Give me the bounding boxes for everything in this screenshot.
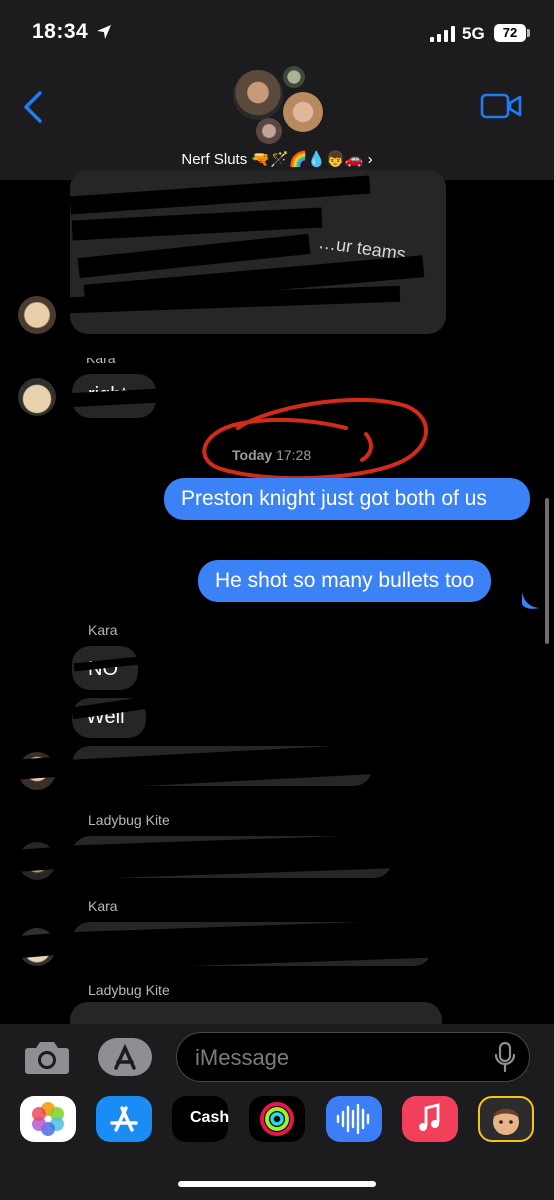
app-store-glyph-icon bbox=[114, 1043, 136, 1070]
redaction-scribble bbox=[13, 846, 73, 872]
sender-name: Ladybug Kite bbox=[88, 812, 170, 828]
redaction-scribble bbox=[9, 755, 71, 781]
photos-icon[interactable] bbox=[20, 1096, 76, 1142]
message-input-placeholder: iMessage bbox=[195, 1045, 290, 1070]
sender-name: Kara bbox=[86, 350, 116, 366]
group-avatar-main[interactable] bbox=[233, 70, 283, 120]
message-timestamp: Today 17:28 bbox=[232, 447, 311, 463]
photos-flower-glyph bbox=[32, 1102, 64, 1136]
waveform-glyph bbox=[336, 1103, 370, 1135]
outgoing-message-bubble[interactable]: He shot so many bullets too bbox=[198, 560, 492, 602]
group-name[interactable]: Nerf Sluts 🔫🪄🌈💧👦🚗 › bbox=[0, 150, 554, 168]
app-store-icon[interactable] bbox=[96, 1096, 152, 1142]
network-type: 5G bbox=[462, 24, 485, 43]
annotation-circle bbox=[202, 397, 429, 481]
activity-rings-glyph bbox=[260, 1102, 294, 1136]
music-icon[interactable] bbox=[402, 1096, 458, 1142]
battery-tip bbox=[527, 29, 530, 37]
back-chevron-icon[interactable] bbox=[20, 90, 46, 124]
group-avatar-right bbox=[283, 92, 323, 132]
sender-avatar[interactable] bbox=[18, 378, 56, 416]
memoji-face-glyph bbox=[493, 1109, 519, 1135]
sender-name: Kara bbox=[88, 898, 118, 914]
music-note-glyph bbox=[419, 1103, 440, 1131]
microphone-icon[interactable] bbox=[494, 1041, 516, 1073]
app-drawer-toggle[interactable] bbox=[98, 1038, 152, 1076]
group-avatar-small bbox=[283, 66, 305, 88]
status-time: 18:34 bbox=[32, 20, 89, 43]
sender-name: Kara bbox=[88, 622, 118, 638]
memoji-icon[interactable] bbox=[478, 1096, 534, 1142]
app-store-a-glyph bbox=[110, 1106, 138, 1132]
outgoing-message-bubble[interactable]: Preston knight just got both of us bbox=[164, 478, 530, 520]
location-arrow-icon bbox=[97, 25, 111, 39]
battery-indicator: 72 bbox=[494, 24, 526, 42]
sender-name: Ladybug Kite bbox=[88, 982, 170, 998]
timestamp-day: Today bbox=[232, 447, 273, 463]
scroll-indicator[interactable] bbox=[545, 498, 549, 644]
camera-icon[interactable] bbox=[24, 1038, 70, 1076]
apple-cash-icon[interactable]: Cash bbox=[172, 1096, 230, 1142]
cellular-signal-icon bbox=[430, 26, 455, 42]
bubble-tail bbox=[522, 592, 539, 609]
home-indicator[interactable] bbox=[178, 1181, 376, 1187]
audio-message-icon[interactable] bbox=[326, 1096, 382, 1142]
fitness-icon[interactable] bbox=[249, 1096, 305, 1142]
group-avatar-bottom bbox=[256, 118, 282, 144]
facetime-video-icon[interactable] bbox=[480, 92, 522, 120]
timestamp-time: 17:28 bbox=[276, 447, 312, 463]
sender-avatar[interactable] bbox=[18, 296, 56, 334]
apple-cash-label: Cash bbox=[190, 1109, 230, 1126]
